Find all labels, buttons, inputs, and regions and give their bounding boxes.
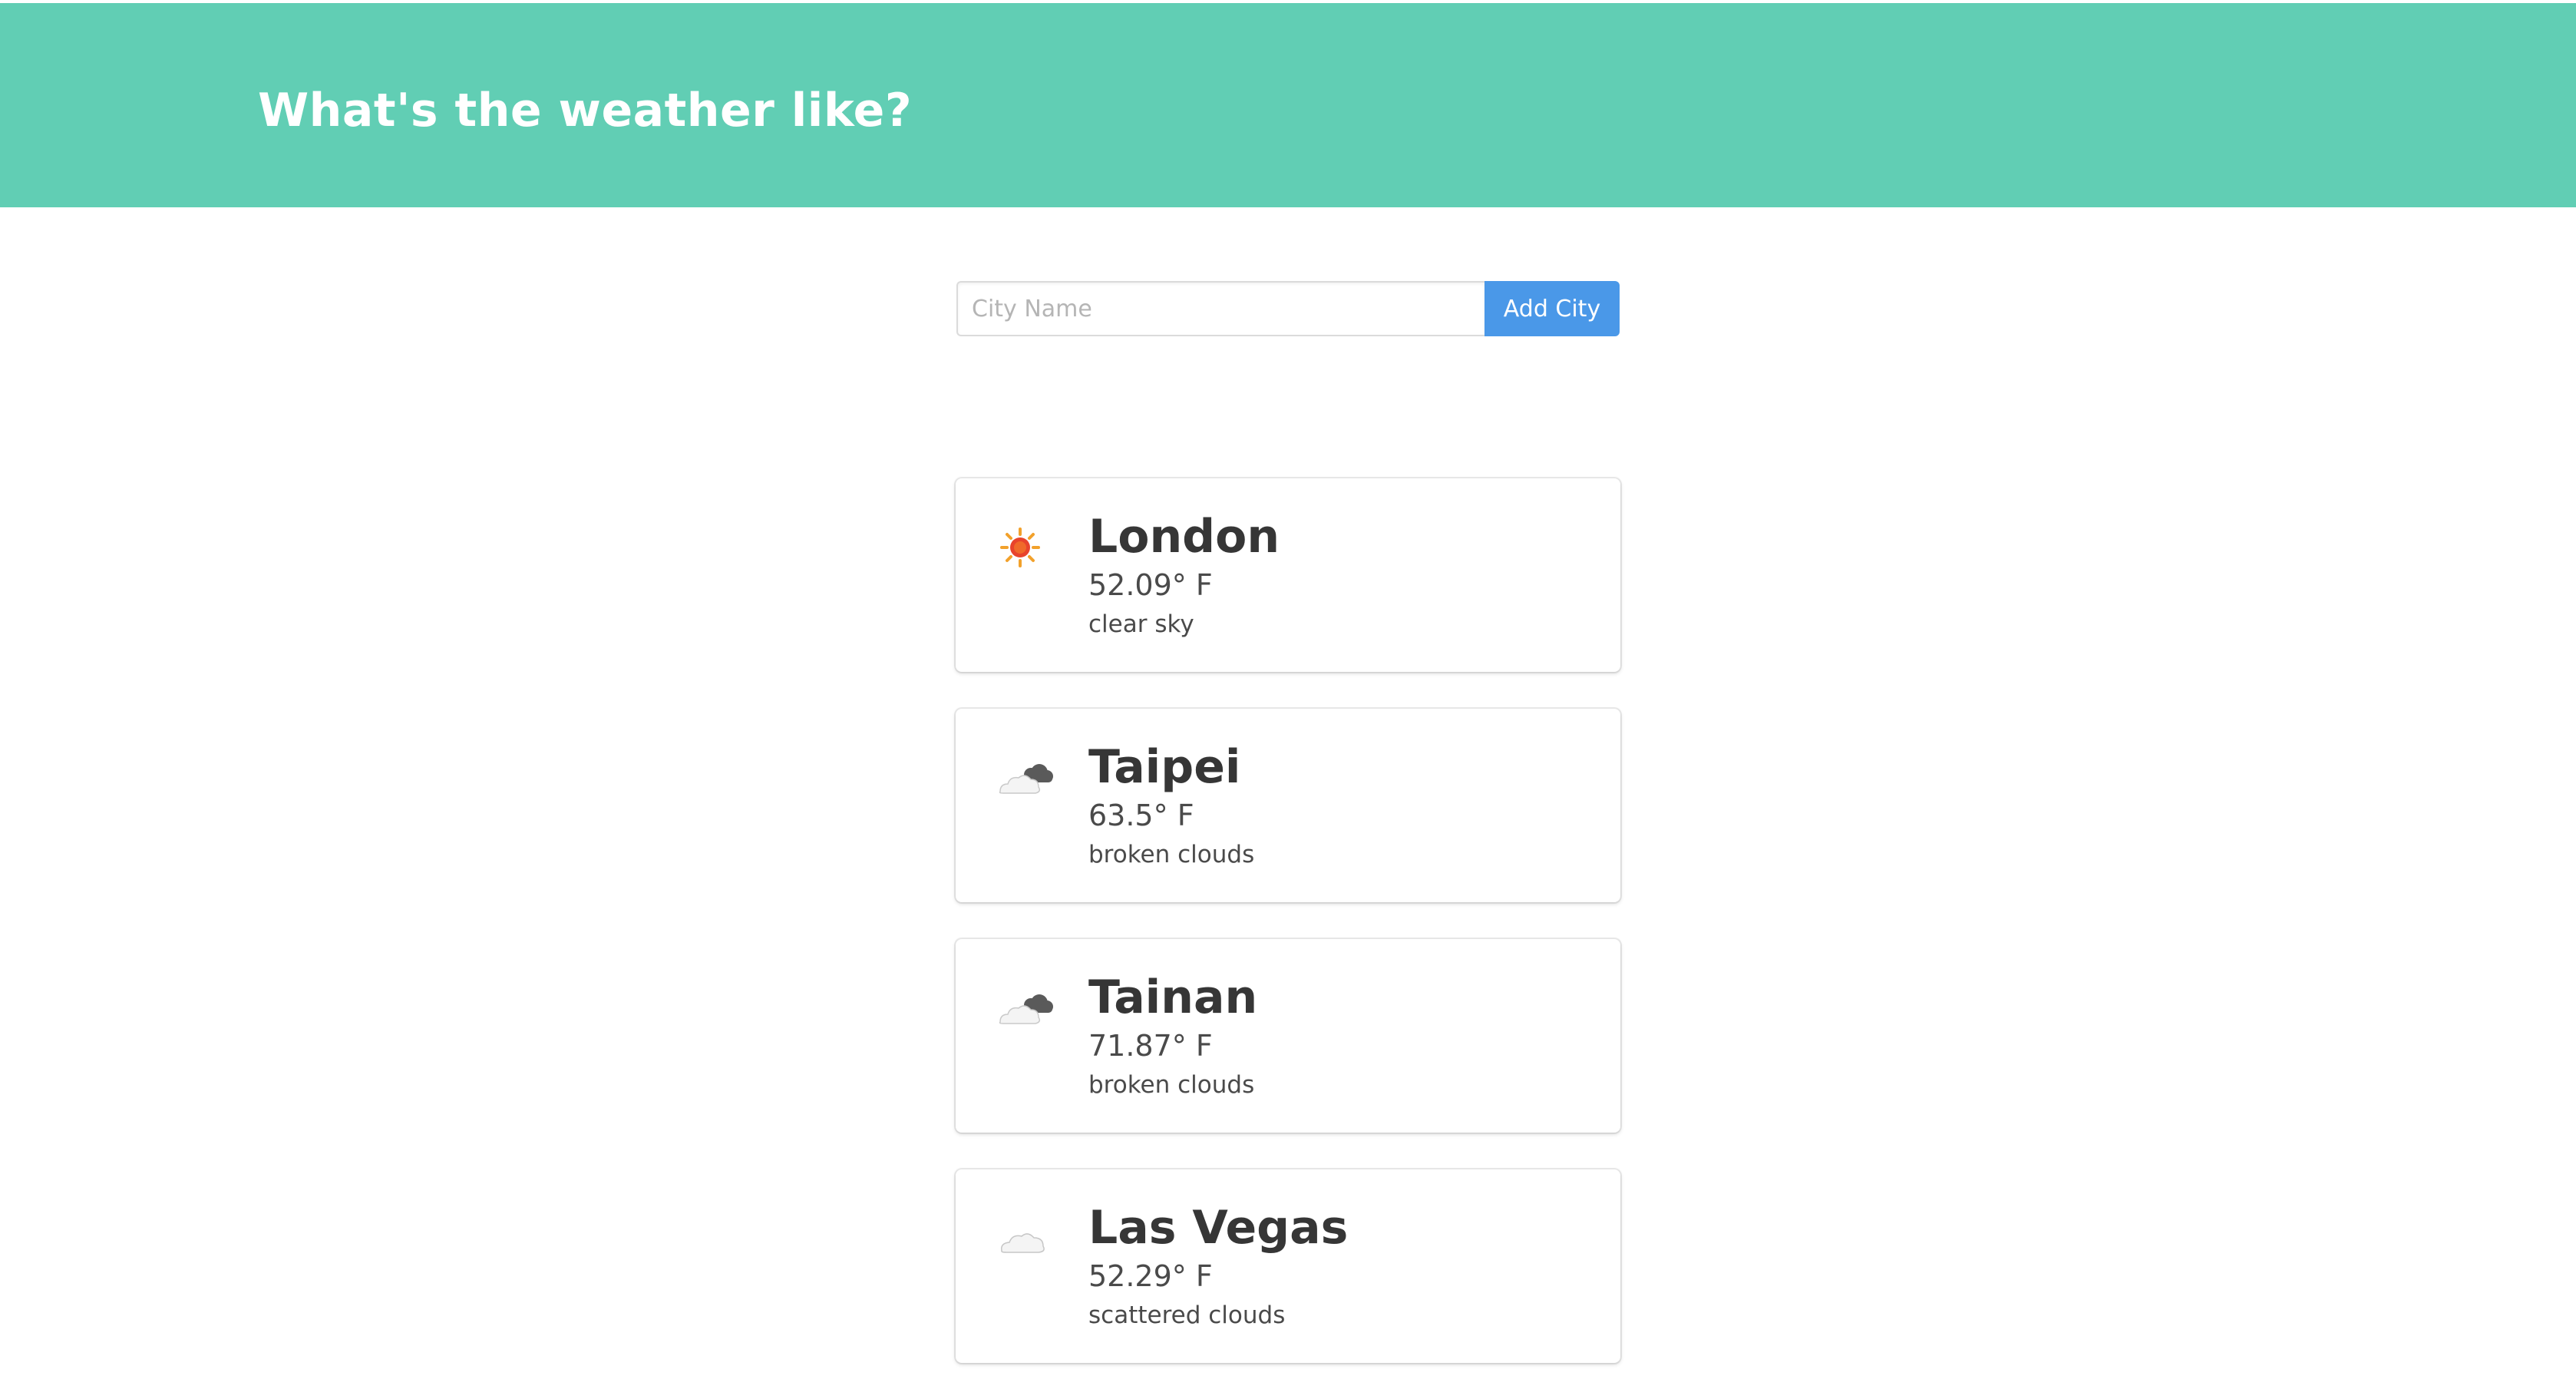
weather-description: broken clouds [1088, 841, 1255, 868]
weather-card-las-vegas: Las Vegas 52.29° F scattered clouds [956, 1169, 1620, 1363]
weather-card-london: London 52.09° F clear sky [956, 478, 1620, 672]
sun-icon [1000, 528, 1040, 567]
temperature: 52.29° F [1088, 1259, 1213, 1293]
weather-description: clear sky [1088, 610, 1194, 638]
scattered-clouds-icon [1000, 1233, 1045, 1253]
city-name: Las Vegas [1088, 1201, 1349, 1255]
page-title: What's the weather like? [258, 84, 913, 137]
add-city-form: Add City [956, 281, 1620, 336]
weather-card-taipei: Taipei 63.5° F broken clouds [956, 709, 1620, 902]
city-name: London [1088, 510, 1280, 564]
temperature: 71.87° F [1088, 1029, 1213, 1063]
city-name: Tainan [1088, 971, 1258, 1024]
broken-clouds-icon [999, 994, 1053, 1024]
broken-clouds-icon [999, 764, 1053, 794]
city-name-input[interactable] [956, 281, 1485, 336]
weather-description: scattered clouds [1088, 1301, 1286, 1329]
temperature: 63.5° F [1088, 799, 1194, 832]
city-name: Taipei [1088, 740, 1241, 794]
weather-description: broken clouds [1088, 1071, 1255, 1099]
weather-card-tainan: Tainan 71.87° F broken clouds [956, 939, 1620, 1133]
header-banner: What's the weather like? [0, 3, 2576, 207]
temperature: 52.09° F [1088, 568, 1213, 602]
add-city-button[interactable]: Add City [1485, 281, 1620, 336]
